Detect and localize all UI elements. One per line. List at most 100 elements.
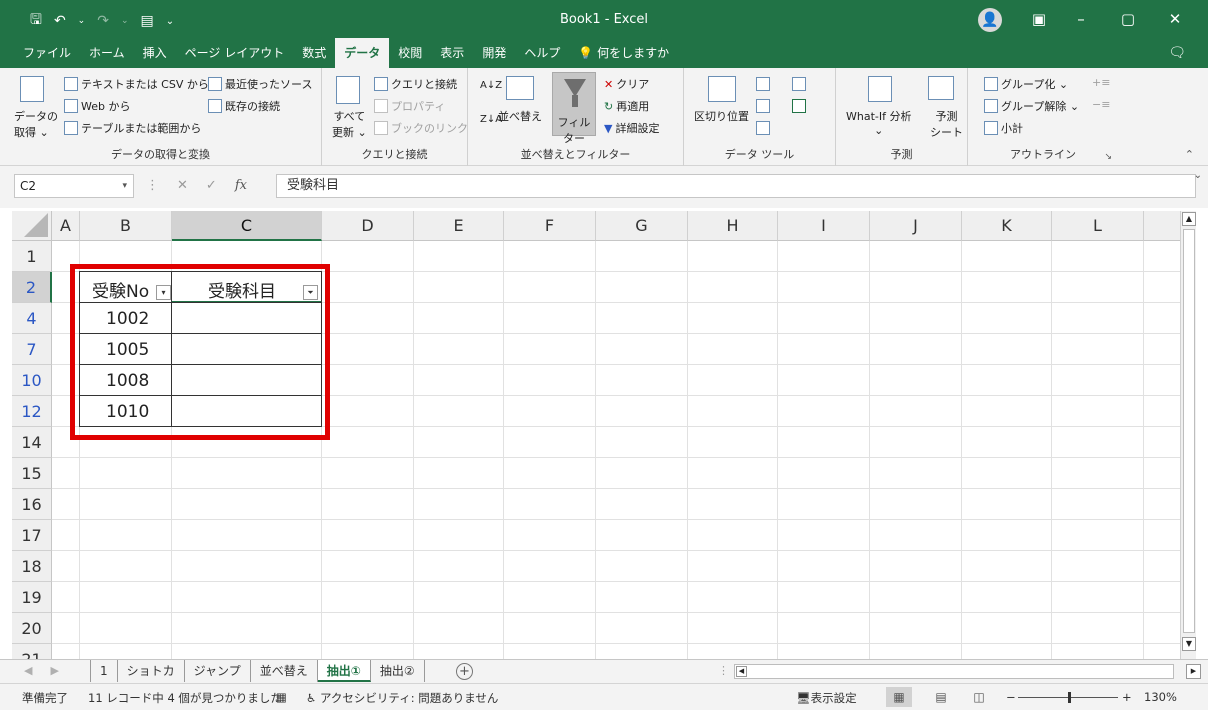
zoom-out-icon[interactable]: − xyxy=(1006,690,1016,704)
flash-fill-icon[interactable] xyxy=(756,76,770,91)
clear-button[interactable]: ✕ クリア xyxy=(604,76,649,92)
tell-me-search[interactable]: 💡 何をしますか xyxy=(569,38,678,68)
hide-detail-icon[interactable]: −≡ xyxy=(1092,98,1110,111)
name-box[interactable]: C2 ▾ xyxy=(14,174,134,198)
sheet-tab-extract-1[interactable]: 抽出① xyxy=(317,660,371,682)
recent-sources-button[interactable]: 最近使ったソース xyxy=(208,76,312,92)
column-header-f[interactable]: F xyxy=(504,211,596,241)
show-detail-icon[interactable]: +≡ xyxy=(1092,76,1110,89)
subtotal-button[interactable]: 小計 xyxy=(984,120,1023,136)
horizontal-scrollbar[interactable]: ◀ ▶ xyxy=(734,664,1201,679)
what-if-button[interactable]: What-If 分析 ⌄ xyxy=(846,108,911,137)
row-header-14[interactable]: 14 xyxy=(12,427,52,458)
row-header-7[interactable]: 7 xyxy=(12,334,52,365)
row-header-2[interactable]: 2 xyxy=(12,272,52,303)
insert-function-icon[interactable]: fx xyxy=(235,178,247,193)
sheet-tab-jump[interactable]: ジャンプ xyxy=(185,660,251,682)
column-header-a[interactable]: A xyxy=(52,211,80,241)
cancel-icon[interactable]: ✕ xyxy=(177,178,188,193)
ungroup-button[interactable]: グループ解除 ⌄ xyxy=(984,98,1079,114)
maximize-icon[interactable]: ▢ xyxy=(1113,8,1143,30)
row-header-4[interactable]: 4 xyxy=(12,303,52,334)
zoom-slider[interactable] xyxy=(1018,692,1118,703)
properties-button[interactable]: プロパティ xyxy=(374,98,445,114)
row-header-16[interactable]: 16 xyxy=(12,489,52,520)
scroll-left-icon[interactable]: ◀ xyxy=(736,666,747,677)
sheet-tab-sort[interactable]: 並べ替え xyxy=(251,660,318,682)
normal-view-icon[interactable]: ▦ xyxy=(886,687,912,707)
display-settings-button[interactable]: 🖥表示設定 xyxy=(796,690,857,706)
tab-developer[interactable]: 開発 xyxy=(473,38,515,68)
zoom-in-icon[interactable]: + xyxy=(1122,690,1132,704)
text-to-columns-button[interactable]: 区切り位置 xyxy=(694,108,749,124)
data-validation-icon[interactable] xyxy=(756,120,770,135)
existing-connections-button[interactable]: 既存の接続 xyxy=(208,98,280,114)
column-header-j[interactable]: J xyxy=(870,211,962,241)
from-table-button[interactable]: テーブルまたは範囲から xyxy=(64,120,201,136)
row-header-20[interactable]: 20 xyxy=(12,613,52,644)
collapse-ribbon-icon[interactable]: ⌃ xyxy=(1185,148,1194,161)
data-model-icon[interactable] xyxy=(792,98,806,113)
get-data-button[interactable]: データの 取得 ⌄ xyxy=(14,108,58,140)
column-header-k[interactable]: K xyxy=(962,211,1052,241)
row-header-12[interactable]: 12 xyxy=(12,396,52,427)
ribbon-display-icon[interactable]: ▣ xyxy=(1024,8,1054,30)
scroll-up-icon[interactable]: ▲ xyxy=(1182,212,1196,226)
scroll-down-icon[interactable]: ▼ xyxy=(1182,637,1196,651)
tab-file[interactable]: ファイル xyxy=(14,38,80,68)
workbook-links-button[interactable]: ブックのリンク xyxy=(374,120,468,136)
row-header-21[interactable]: 21 xyxy=(12,644,52,659)
forecast-sheet-button[interactable]: 予測 シート xyxy=(930,108,963,140)
column-header-c[interactable]: C xyxy=(172,211,322,241)
tab-data[interactable]: データ xyxy=(335,38,390,68)
minimize-icon[interactable]: – xyxy=(1066,8,1096,30)
row-header-18[interactable]: 18 xyxy=(12,551,52,582)
tab-formulas[interactable]: 数式 xyxy=(293,38,335,68)
remove-duplicates-icon[interactable] xyxy=(756,98,770,113)
sheet-tab-extract-2[interactable]: 抽出② xyxy=(371,660,425,682)
tab-view[interactable]: 表示 xyxy=(431,38,473,68)
from-text-csv-button[interactable]: テキストまたは CSV から xyxy=(64,76,209,92)
zoom-slider-thumb[interactable] xyxy=(1068,692,1071,703)
add-sheet-icon[interactable]: + xyxy=(456,663,473,680)
advanced-filter-button[interactable]: ▼ 詳細設定 xyxy=(604,120,659,136)
sheet-tab-1[interactable]: 1 xyxy=(90,660,118,682)
reapply-button[interactable]: ↻ 再適用 xyxy=(604,98,649,114)
row-header-1[interactable]: 1 xyxy=(12,241,52,272)
consolidate-icon[interactable] xyxy=(792,76,806,91)
column-header-l[interactable]: L xyxy=(1052,211,1144,241)
column-header-h[interactable]: H xyxy=(688,211,778,241)
sort-ascending-icon[interactable]: A↓Z xyxy=(480,80,502,91)
comments-icon[interactable]: 🗨 xyxy=(1168,45,1186,61)
column-header-i[interactable]: I xyxy=(778,211,870,241)
zoom-level[interactable]: 130% xyxy=(1144,690,1177,704)
row-header-19[interactable]: 19 xyxy=(12,582,52,613)
row-header-17[interactable]: 17 xyxy=(12,520,52,551)
column-header-d[interactable]: D xyxy=(322,211,414,241)
column-header-b[interactable]: B xyxy=(80,211,172,241)
tab-help[interactable]: ヘルプ xyxy=(515,38,569,68)
column-header-g[interactable]: G xyxy=(596,211,688,241)
accessibility-status[interactable]: ♿ アクセシビリティ: 問題ありません xyxy=(306,690,498,706)
enter-icon[interactable]: ✓ xyxy=(206,178,217,193)
next-sheet-icon[interactable]: ▶ xyxy=(50,664,58,677)
tab-review[interactable]: 校閲 xyxy=(389,38,431,68)
page-break-view-icon[interactable]: ◫ xyxy=(966,687,992,707)
account-avatar-icon[interactable]: 👤 xyxy=(978,8,1002,32)
column-header-m[interactable] xyxy=(1144,211,1180,241)
close-icon[interactable]: ✕ xyxy=(1160,8,1190,30)
tab-home[interactable]: ホーム xyxy=(80,38,134,68)
row-header-15[interactable]: 15 xyxy=(12,458,52,489)
select-all-corner[interactable] xyxy=(12,211,52,241)
row-header-10[interactable]: 10 xyxy=(12,365,52,396)
tab-page-layout[interactable]: ページ レイアウト xyxy=(176,38,294,68)
prev-sheet-icon[interactable]: ◀ xyxy=(24,664,32,677)
formula-input[interactable]: 受験科目 xyxy=(276,174,1196,198)
cell-mode-icon[interactable]: ▦ xyxy=(276,690,287,704)
scroll-right-icon[interactable]: ▶ xyxy=(1186,664,1201,679)
expand-formula-bar-icon[interactable]: ⌄ xyxy=(1194,170,1202,181)
name-box-dropdown-icon[interactable]: ▾ xyxy=(122,175,127,197)
sort-button[interactable]: 並べ替え xyxy=(498,108,542,124)
filter-button[interactable]: フィルター xyxy=(552,72,596,145)
column-header-e[interactable]: E xyxy=(414,211,504,241)
